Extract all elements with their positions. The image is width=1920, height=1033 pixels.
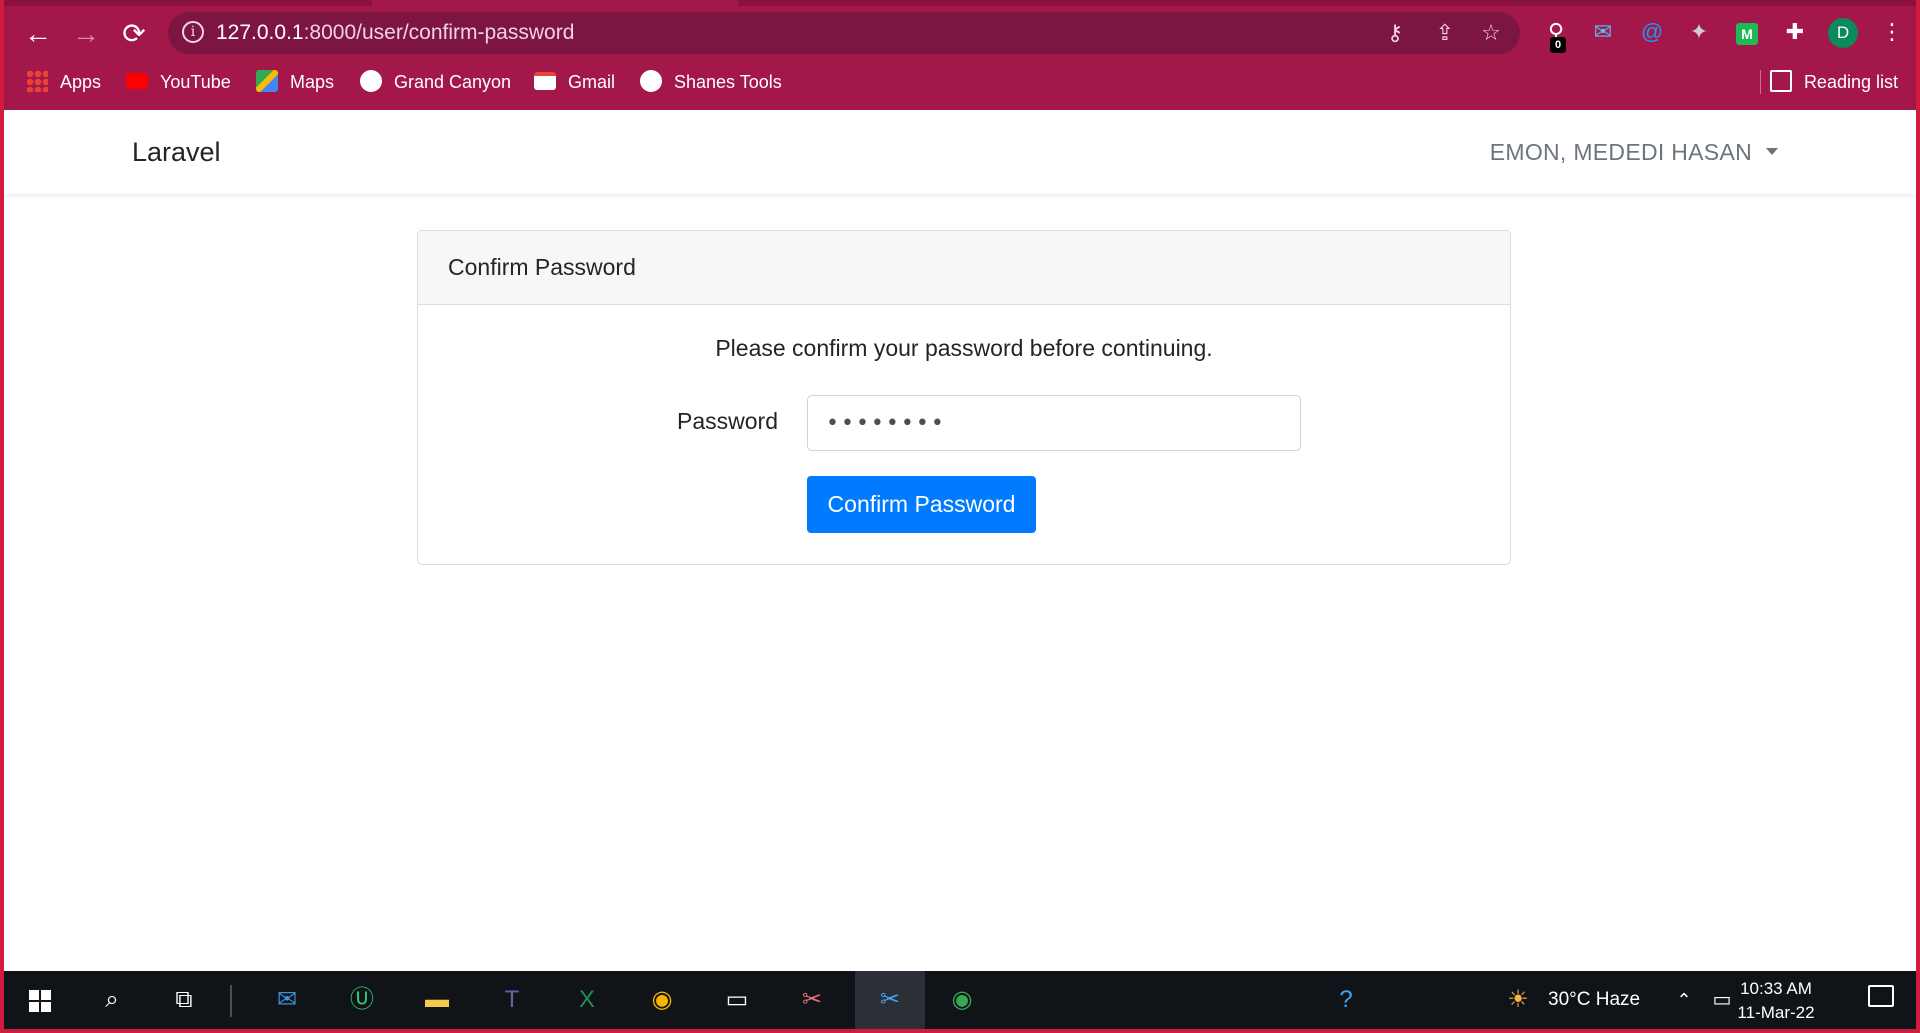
search-icon[interactable]: ⌕ (92, 980, 132, 1020)
chrome-app-icon[interactable]: ◉ (642, 980, 682, 1020)
bookmark-shanes-tools[interactable]: Shanes Tools (640, 62, 782, 102)
brand-link[interactable]: Laravel (132, 110, 221, 194)
card-title: Confirm Password (448, 254, 636, 280)
bookmark-label: Gmail (568, 72, 616, 92)
mail-extension-icon[interactable]: ✉ (1587, 16, 1619, 48)
reading-list-button[interactable]: Reading list (1769, 62, 1898, 102)
bookmark-label: YouTube (160, 72, 231, 92)
browser-toolbar: ← → ⟳ i 127.0.0.1:8000/user/confirm-pass… (4, 0, 1916, 110)
apps-grid-icon (26, 70, 48, 93)
app-navbar: Laravel EMON, MEDEDI HASAN (4, 110, 1916, 194)
chrome-profile-app-icon[interactable]: ◉ (942, 980, 982, 1020)
star-icon[interactable]: ☆ (1476, 18, 1506, 48)
active-tab[interactable] (372, 0, 738, 6)
bookmark-label: Grand Canyon (394, 72, 512, 92)
snipping-tool-icon[interactable]: ✂ (870, 980, 910, 1020)
notification-icon[interactable] (1868, 985, 1894, 1007)
bookmark-label: Apps (60, 72, 102, 92)
confirm-password-card: Confirm Password Please confirm your pas… (417, 230, 1511, 565)
user-name: EMON, MEDEDI HASAN (1489, 139, 1752, 165)
forward-arrow-icon[interactable]: → (66, 14, 106, 54)
windows-taskbar: ⌕ ⧉ ✉ Ⓤ ▬ T X ◉ ▭ ✂ ✂ ◉ ? ☀ 30°C Haze ⌃ … (4, 971, 1916, 1029)
bookmarks-divider (1760, 70, 1761, 94)
gmail-icon (534, 72, 556, 91)
excel-app-icon[interactable]: X (567, 980, 607, 1020)
url-path: :8000/user/confirm-password (303, 21, 575, 44)
taskbar-clock[interactable]: 10:33 AM 11-Mar-22 (1726, 977, 1826, 1025)
youtube-icon (126, 73, 148, 90)
card-header: Confirm Password (418, 231, 1510, 305)
taskbar-separator (230, 985, 232, 1017)
bookmark-gmail[interactable]: Gmail (534, 62, 615, 102)
mail-app-icon[interactable]: ✉ (267, 980, 307, 1020)
extension-4-icon[interactable]: ✦ (1683, 16, 1715, 48)
globe-icon (640, 70, 662, 93)
user-dropdown[interactable]: EMON, MEDEDI HASAN (1490, 110, 1778, 194)
extension-badge: 0 (1550, 37, 1566, 53)
password-label: Password (677, 408, 778, 434)
url-host: 127.0.0.1 (216, 21, 304, 44)
bookmark-label: Shanes Tools (674, 72, 782, 92)
bookmark-youtube[interactable]: YouTube (126, 62, 231, 102)
reading-list-icon (1769, 70, 1792, 93)
task-view-icon[interactable]: ⧉ (164, 980, 204, 1020)
paint-app-icon[interactable]: ✂ (792, 980, 832, 1020)
puzzle-icon[interactable]: ✚ (1779, 16, 1811, 48)
globe-icon (360, 70, 382, 93)
share-icon[interactable]: ⇪ (1430, 18, 1460, 48)
weather-icon[interactable]: ☀ (1498, 980, 1538, 1020)
back-arrow-icon[interactable]: ← (18, 14, 58, 54)
url-text[interactable]: 127.0.0.1:8000/user/confirm-password (216, 12, 574, 54)
weather-text[interactable]: 30°C Haze (1548, 989, 1640, 1011)
clock-date: 11-Mar-22 (1737, 1003, 1815, 1022)
reading-list-label: Reading list (1803, 72, 1898, 92)
confirm-password-button[interactable]: Confirm Password (807, 476, 1036, 533)
m-extension-icon[interactable]: M (1731, 16, 1763, 48)
terminal-app-icon[interactable]: ▭ (717, 980, 757, 1020)
upwork-app-icon[interactable]: Ⓤ (342, 980, 382, 1020)
password-input[interactable] (807, 395, 1301, 451)
kebab-menu-icon[interactable]: ⋮ (1876, 16, 1908, 48)
at-sign-extension-icon[interactable]: @ (1636, 16, 1668, 48)
windows-start-icon[interactable] (20, 980, 60, 1020)
caret-down-icon (1766, 148, 1778, 156)
key-icon[interactable]: ⚷ (1380, 18, 1410, 48)
tab-strip (4, 0, 1916, 6)
teams-app-icon[interactable]: T (492, 980, 532, 1020)
file-explorer-icon[interactable]: ▬ (417, 980, 457, 1020)
bookmark-label: Maps (290, 72, 335, 92)
chevron-up-icon[interactable]: ⌃ (1664, 980, 1704, 1020)
site-info-icon[interactable]: i (182, 21, 204, 43)
bookmark-grand-canyon[interactable]: Grand Canyon (360, 62, 511, 102)
reload-icon[interactable]: ⟳ (114, 14, 154, 54)
page-content: Laravel EMON, MEDEDI HASAN Confirm Passw… (4, 110, 1916, 971)
bookmark-apps[interactable]: Apps (26, 62, 101, 102)
profile-avatar[interactable]: D (1828, 18, 1858, 48)
confirm-message: Please confirm your password before cont… (715, 335, 1213, 361)
clock-time: 10:33 AM (1740, 979, 1812, 998)
bookmark-maps[interactable]: Maps (256, 62, 334, 102)
help-icon[interactable]: ? (1326, 980, 1366, 1020)
maps-icon (256, 70, 278, 93)
address-bar[interactable]: i 127.0.0.1:8000/user/confirm-password ⚷… (168, 12, 1520, 54)
bookmarks-bar: Apps YouTube Maps Grand Canyon Gmail Sha… (4, 62, 1916, 102)
browser-window: ← → ⟳ i 127.0.0.1:8000/user/confirm-pass… (0, 0, 1920, 1033)
